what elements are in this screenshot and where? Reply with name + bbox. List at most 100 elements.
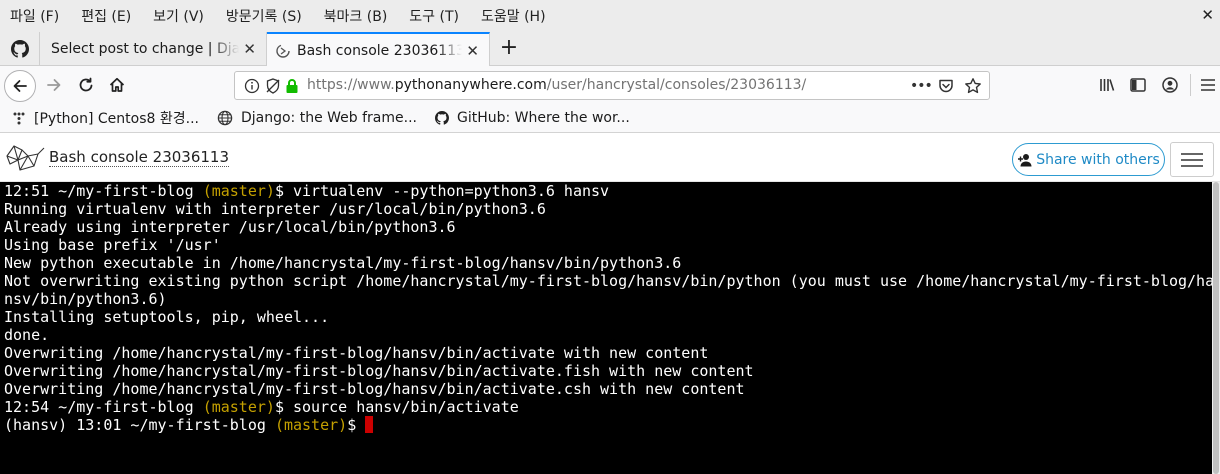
tab-close-icon[interactable]: ✕ xyxy=(243,40,256,58)
menu-icon-bar xyxy=(1181,164,1203,167)
tab-title: Select post to change | Django xyxy=(51,41,239,57)
library-icon xyxy=(1100,79,1115,91)
terminal-cursor xyxy=(365,416,374,433)
terminal-text: Already using interpreter /usr/local/bin… xyxy=(4,218,456,236)
terminal-line: Running virtualenv with interpreter /usr… xyxy=(4,200,1212,218)
page-actions-icon[interactable]: ••• xyxy=(910,77,933,95)
menu-bookmarks[interactable]: 북마크 (B) xyxy=(324,6,388,26)
sidebar-button[interactable] xyxy=(1129,75,1147,95)
url-text: https://www.pythonanywhere.com/user/hanc… xyxy=(307,77,806,93)
terminal-line: Overwriting /home/hancrystal/my-first-bl… xyxy=(4,380,1212,398)
apps-icon xyxy=(12,111,26,125)
menu-tools[interactable]: 도구 (T) xyxy=(409,6,459,26)
pocket-icon[interactable] xyxy=(937,77,955,95)
terminal-line: 12:54 ~/my-first-blog (master)$ source h… xyxy=(4,398,1212,416)
menu-edit[interactable]: 편집 (E) xyxy=(81,6,131,26)
terminal-command: $ source hansv/bin/activate xyxy=(274,398,519,416)
bookmark-label: Django: the Web frame... xyxy=(240,110,417,126)
console-title[interactable]: Bash console 23036113 xyxy=(49,149,230,167)
add-user-icon xyxy=(1017,153,1033,167)
terminal-line: New python executable in /home/hancrysta… xyxy=(4,254,1212,272)
terminal-text: Installing setuptools, pip, wheel... xyxy=(4,308,330,326)
scrollbar-thumb[interactable] xyxy=(1213,182,1219,474)
app-menu-button[interactable] xyxy=(1200,75,1216,95)
arrow-right-icon xyxy=(47,79,61,91)
bookmark-centos8[interactable]: [Python] Centos8 환경... xyxy=(12,108,199,128)
globe-icon xyxy=(217,110,233,126)
bookmark-label: GitHub: Where the wor... xyxy=(457,110,630,126)
terminal-text: New python executable in /home/hancrysta… xyxy=(4,254,682,272)
url-path: /user/hancrystal/consoles/23036113/ xyxy=(546,77,807,93)
terminal-text: Running virtualenv with interpreter /usr… xyxy=(4,200,546,218)
forward-button[interactable] xyxy=(43,74,65,96)
terminal-line: Already using interpreter /usr/local/bin… xyxy=(4,218,1212,236)
github-icon xyxy=(435,111,449,125)
bookmark-star-icon[interactable] xyxy=(964,77,982,95)
tracking-protection-icon[interactable] xyxy=(264,77,282,95)
terminal-text: Overwriting /home/hancrystal/my-first-bl… xyxy=(4,380,745,398)
library-button[interactable] xyxy=(1098,75,1116,95)
terminal-text: nsv/bin/python3.6) xyxy=(4,290,167,308)
arrow-left-icon xyxy=(13,80,27,92)
github-icon xyxy=(10,40,29,58)
pythonanywhere-logo-icon[interactable] xyxy=(4,142,46,178)
terminal-line: Not overwriting existing python script /… xyxy=(4,272,1212,290)
terminal-text: Using base prefix '/usr' xyxy=(4,236,221,254)
pythonanywhere-loading-icon xyxy=(276,43,290,58)
sidebar-icon xyxy=(1130,78,1146,92)
share-with-others-button[interactable]: Share with others xyxy=(1012,143,1165,176)
bookmark-github[interactable]: GitHub: Where the wor... xyxy=(435,110,630,126)
bash-terminal[interactable]: 12:51 ~/my-first-blog (master)$ virtuale… xyxy=(0,182,1212,474)
url-bar[interactable]: https://www.pythonanywhere.com/user/hanc… xyxy=(234,71,990,100)
terminal-command: $ xyxy=(347,416,366,434)
terminal-line: Overwriting /home/hancrystal/my-first-bl… xyxy=(4,362,1212,380)
console-header: Bash console 23036113 Share with others xyxy=(0,134,1220,182)
bookmark-django[interactable]: Django: the Web frame... xyxy=(217,110,417,126)
info-icon[interactable] xyxy=(244,77,260,95)
reload-button[interactable] xyxy=(75,74,97,96)
menu-icon-bar xyxy=(1181,152,1203,155)
back-button[interactable] xyxy=(4,70,36,102)
menu-bar: 파일 (F) 편집 (E) 보기 (V) 방문기록 (S) 북마크 (B) 도구… xyxy=(0,0,1220,32)
lock-icon[interactable] xyxy=(285,77,299,95)
terminal-line: Overwriting /home/hancrystal/my-first-bl… xyxy=(4,344,1212,362)
bookmark-label: [Python] Centos8 환경... xyxy=(34,111,199,127)
toolbar-divider xyxy=(1190,74,1191,96)
git-branch-label: (master) xyxy=(202,398,275,416)
menu-view[interactable]: 보기 (V) xyxy=(153,6,204,26)
tab-strip: Select post to change | Django ✕ Bash co… xyxy=(0,32,1220,67)
tab-bash-console[interactable]: Bash console 23036113 : PythonAnywhere ✕ xyxy=(267,32,490,67)
terminal-text: Not overwriting existing python script /… xyxy=(4,272,1212,290)
url-domain: pythonanywhere.com xyxy=(394,77,547,93)
terminal-text: 12:54 ~/my-first-blog xyxy=(4,398,203,416)
terminal-text: Overwriting /home/hancrystal/my-first-bl… xyxy=(4,362,754,380)
hamburger-menu-button[interactable] xyxy=(1170,142,1214,177)
menu-file[interactable]: 파일 (F) xyxy=(10,6,59,26)
tab-title: Bash console 23036113 : PythonAnywhere xyxy=(297,42,462,59)
pinned-tab-github[interactable] xyxy=(0,32,40,66)
account-button[interactable] xyxy=(1161,75,1179,95)
terminal-line: 12:51 ~/my-first-blog (master)$ virtuale… xyxy=(4,182,1212,200)
home-button[interactable] xyxy=(106,74,128,96)
new-tab-button[interactable]: + xyxy=(496,35,522,63)
terminal-line: nsv/bin/python3.6) xyxy=(4,290,1212,308)
home-icon xyxy=(109,77,125,92)
terminal-text: Overwriting /home/hancrystal/my-first-bl… xyxy=(4,344,709,362)
tab-close-icon[interactable]: ✕ xyxy=(466,42,479,60)
terminal-line: (hansv) 13:01 ~/my-first-blog (master)$ xyxy=(4,416,1212,434)
menu-history[interactable]: 방문기록 (S) xyxy=(226,6,302,26)
terminal-line: Using base prefix '/usr' xyxy=(4,236,1212,254)
git-branch-label: (master) xyxy=(274,416,348,434)
terminal-command: $ virtualenv --python=python3.6 hansv xyxy=(274,182,610,200)
share-label: Share with others xyxy=(1036,151,1160,168)
navigation-bar: https://www.pythonanywhere.com/user/hanc… xyxy=(0,66,1220,104)
terminal-line: done. xyxy=(4,326,1212,344)
reload-icon xyxy=(79,77,93,92)
git-branch-label: (master) xyxy=(202,182,275,200)
terminal-text: done. xyxy=(4,326,50,344)
menu-help[interactable]: 도움말 (H) xyxy=(481,6,546,26)
terminal-line: Installing setuptools, pip, wheel... xyxy=(4,308,1212,326)
terminal-scrollbar[interactable] xyxy=(1212,182,1220,474)
tab-django-admin[interactable]: Select post to change | Django ✕ xyxy=(41,32,267,66)
window-close-button[interactable]: ✕ xyxy=(1201,6,1214,24)
